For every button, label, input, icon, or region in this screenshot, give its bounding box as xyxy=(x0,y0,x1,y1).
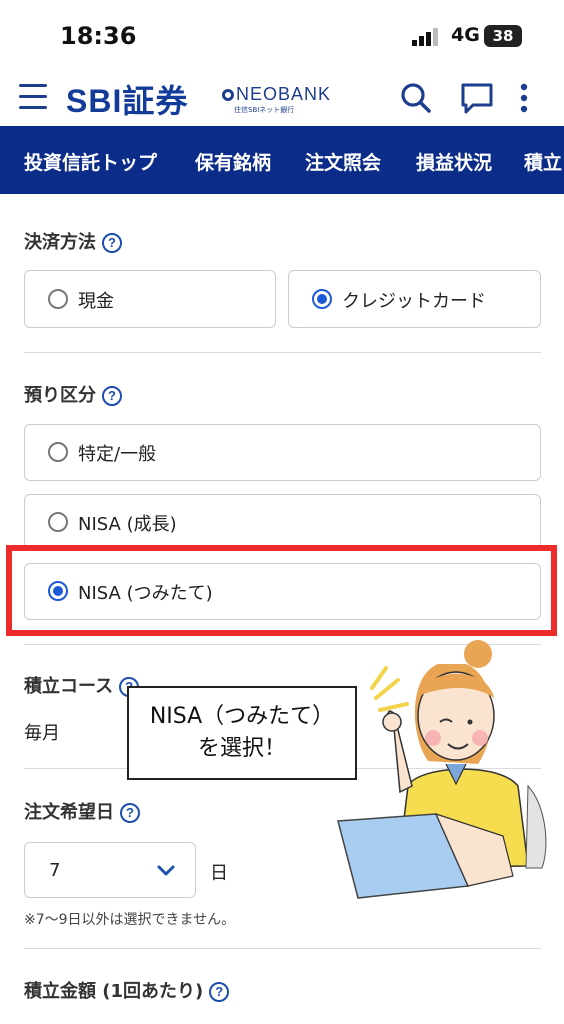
help-icon[interactable]: ? xyxy=(120,803,140,823)
radio-unchecked-icon[interactable] xyxy=(48,442,68,462)
amount-text: 積立金額 (1回あたり) xyxy=(24,981,204,1002)
account-option-specific[interactable]: 特定/一般 xyxy=(24,424,541,481)
radio-unchecked-icon[interactable] xyxy=(48,512,68,532)
tab-holdings[interactable]: 保有銘柄 xyxy=(195,148,271,175)
payment-option-credit-card[interactable]: クレジットカード xyxy=(288,270,541,328)
tab-order-inquiry[interactable]: 注文照会 xyxy=(305,148,381,175)
chevron-down-icon[interactable] xyxy=(155,859,177,881)
more-vert-icon[interactable] xyxy=(514,80,534,116)
help-icon[interactable]: ? xyxy=(102,233,122,253)
course-value: 毎月 xyxy=(24,723,60,744)
status-time: 18:36 xyxy=(60,22,137,50)
chat-icon[interactable] xyxy=(459,80,495,116)
order-date-text: 注文希望日 xyxy=(24,802,114,823)
neobank-subtitle: 住信SBIネット銀行 xyxy=(234,106,295,114)
account-type-text: 預り区分 xyxy=(24,385,96,406)
payment-option-cash[interactable]: 現金 xyxy=(24,270,276,328)
order-date-value: 7 xyxy=(49,860,61,881)
order-date-unit: 日 xyxy=(210,863,228,884)
divider xyxy=(24,948,541,949)
payment-method-label: 決済方法? xyxy=(24,228,122,254)
course-label: 積立コース? xyxy=(24,672,140,698)
radio-checked-icon[interactable] xyxy=(312,289,332,309)
divider xyxy=(24,352,541,353)
order-date-label: 注文希望日? xyxy=(24,798,140,824)
app-header: SBI証券 NEOBANK 住信SBIネット銀行 xyxy=(0,70,564,126)
menu-icon[interactable] xyxy=(19,84,47,110)
status-bar: 18:36 4G 38 xyxy=(0,0,564,70)
account-option-nisa-growth[interactable]: NISA (成長) xyxy=(24,494,541,551)
course-text: 積立コース xyxy=(24,676,114,697)
brand-logo[interactable]: SBI証券 xyxy=(66,76,188,122)
help-icon[interactable]: ? xyxy=(209,982,230,1002)
callout-line-2: を選択！ xyxy=(197,736,286,761)
tab-fund-top[interactable]: 投資信託トップ xyxy=(24,148,157,175)
woman-laptop-illustration xyxy=(337,640,547,899)
help-icon[interactable]: ? xyxy=(102,386,122,406)
neobank-mark-icon xyxy=(222,89,234,101)
callout-line-1: NISA（つみたて） xyxy=(149,704,335,729)
payment-option-label: クレジットカード xyxy=(342,291,486,312)
network-type: 4G xyxy=(451,24,480,46)
account-option-label: NISA (成長) xyxy=(78,514,177,535)
neobank-name: NEOBANK xyxy=(236,84,332,104)
order-date-note: ※7〜9日以外は選択できません。 xyxy=(24,912,236,928)
neobank-logo[interactable]: NEOBANK 住信SBIネット銀行 xyxy=(222,84,331,115)
account-type-label: 預り区分? xyxy=(24,381,122,407)
battery-indicator: 38 xyxy=(484,25,522,47)
signal-icon xyxy=(412,28,438,46)
account-option-label: 特定/一般 xyxy=(78,444,157,465)
payment-option-label: 現金 xyxy=(78,291,114,312)
tab-nav: 投資信託トップ 保有銘柄 注文照会 損益状況 積立 xyxy=(0,126,564,194)
search-icon[interactable] xyxy=(398,80,434,116)
payment-method-text: 決済方法 xyxy=(24,232,96,253)
tab-profit-loss[interactable]: 損益状況 xyxy=(416,148,492,175)
instruction-callout: NISA（つみたて） を選択！ xyxy=(127,686,357,780)
radio-unchecked-icon[interactable] xyxy=(48,289,68,309)
tab-accumulation[interactable]: 積立 xyxy=(524,148,562,175)
selection-highlight-frame xyxy=(6,545,557,636)
amount-label: 積立金額 (1回あたり)? xyxy=(24,977,230,1003)
order-date-select[interactable]: 7 xyxy=(24,842,196,898)
